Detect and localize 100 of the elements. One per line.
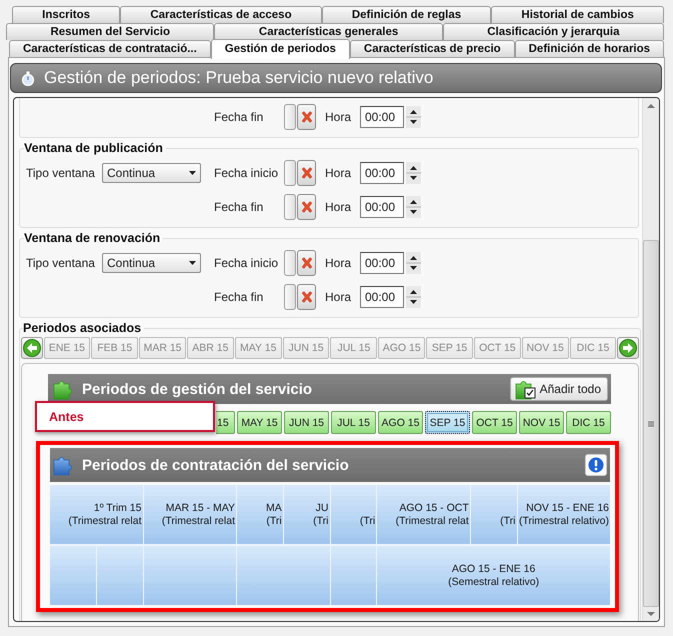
field-label: Fecha inicio [214, 256, 280, 270]
field-label: Hora [325, 290, 352, 304]
caret-icon [189, 171, 196, 175]
tab[interactable]: Características generales [214, 23, 443, 40]
date-field[interactable] [284, 250, 296, 276]
time-field[interactable]: 00:00 [360, 162, 404, 184]
window-type-dropdown[interactable]: Continua [102, 163, 201, 183]
field-label: Hora [325, 110, 352, 124]
period-cell[interactable] [96, 546, 142, 605]
spinner-icon [406, 252, 421, 274]
month-button[interactable]: OCT 15 [472, 411, 517, 434]
tab[interactable]: Definición de reglas [322, 6, 492, 23]
time-field[interactable]: 00:00 [360, 286, 404, 308]
info-icon [588, 457, 604, 473]
caret-icon [189, 261, 196, 265]
time-field[interactable]: 00:00 [360, 106, 404, 128]
add-all-button[interactable]: Añadir todo [510, 377, 608, 401]
close-icon [300, 200, 312, 214]
month-button[interactable]: 15 [216, 411, 235, 434]
grip-icon [646, 420, 656, 426]
period-range: AGO 15 - OCT [399, 502, 469, 514]
tab[interactable]: Características de precio [350, 40, 515, 57]
spinner-icon [406, 196, 421, 218]
period-cell[interactable]: MAR 15 - MAY (Trimestral relat [144, 485, 236, 544]
period-cell[interactable]: JU (Tri [284, 485, 330, 544]
period-cell[interactable] [237, 546, 330, 605]
field-label: Hora [325, 200, 352, 214]
scrollbar[interactable] [642, 98, 659, 621]
period-type: (Trimestral relat [162, 514, 235, 528]
tab[interactable]: Resumen del Servicio [6, 23, 214, 40]
clear-button[interactable] [297, 194, 316, 220]
date-field[interactable] [284, 284, 296, 310]
period-range: MA [266, 502, 282, 514]
close-icon [300, 166, 312, 180]
field-label: Tipo ventana [26, 166, 96, 180]
period-type: (Tri [266, 514, 282, 528]
field-label: Fecha fin [214, 290, 264, 304]
period-range: 1º Trim 15 [94, 502, 142, 514]
clear-button[interactable] [297, 284, 316, 310]
tab[interactable]: Inscritos [12, 6, 120, 23]
month-button[interactable]: JUL 15 [331, 411, 376, 434]
period-type: (Tri [360, 514, 376, 528]
info-button[interactable] [585, 454, 607, 476]
next-button[interactable] [616, 337, 639, 359]
date-field[interactable] [284, 104, 296, 130]
close-icon [300, 290, 312, 304]
spinner-icon [406, 286, 421, 308]
section-title: Periodos de gestión del servicio [82, 380, 314, 398]
month-button[interactable]: DIC 15 [566, 411, 611, 434]
period-range: AGO 15 - ENE 16 [452, 562, 536, 576]
period-cell[interactable]: MA (Tri [237, 485, 283, 544]
month-button[interactable]: MAY 15 [237, 411, 282, 434]
date-field[interactable] [284, 194, 296, 220]
field-label: Tipo ventana [26, 256, 96, 270]
period-cell[interactable] [330, 546, 376, 605]
period-range: JU [316, 502, 328, 514]
period-range: NOV 15 - ENE 16 [526, 502, 609, 514]
period-cell[interactable]: 1º Trim 15 (Trimestral relat [50, 485, 142, 544]
section-title: Periodos de contratación del servicio [82, 456, 350, 474]
period-cell[interactable]: (Tri [470, 485, 516, 544]
group-title: Periodos asociados [23, 321, 142, 335]
period-type: (Tri [313, 514, 328, 528]
stopwatch-icon [21, 70, 35, 86]
close-icon [300, 256, 312, 270]
close-icon [300, 110, 312, 124]
tab[interactable]: Características de contratació... [9, 40, 211, 57]
period-cell[interactable]: AGO 15 - ENE 16 (Semestral relativo) [377, 546, 610, 605]
period-cell[interactable]: AGO 15 - OCT (Trimestral relat [377, 485, 470, 544]
tab[interactable]: Características de acceso [120, 6, 322, 23]
window-type-dropdown[interactable]: Continua [102, 253, 201, 273]
field-label: Fecha inicio [214, 166, 280, 180]
clear-button[interactable] [297, 160, 316, 186]
time-field[interactable]: 00:00 [360, 252, 404, 274]
tab[interactable]: Definición de horarios [514, 40, 664, 57]
previous-button[interactable] [21, 337, 43, 359]
time-field[interactable]: 00:00 [360, 196, 404, 218]
field-label: Hora [325, 256, 352, 270]
month-button[interactable]: JUN 15 [284, 411, 329, 434]
tab[interactable]: Historial de cambios [491, 6, 664, 23]
month-button[interactable]: AGO 15 [378, 411, 423, 434]
period-cell[interactable] [144, 546, 236, 605]
spinner-icon [406, 162, 421, 184]
field-label: Hora [325, 166, 352, 180]
period-cell[interactable] [50, 546, 96, 605]
tab[interactable]: Clasificación y jerarquia [442, 23, 664, 40]
clear-button[interactable] [297, 250, 316, 276]
field-label: Fecha fin [214, 110, 264, 124]
spinner-icon [406, 106, 421, 128]
month-button[interactable]: SEP 15 [425, 411, 470, 434]
period-type: (Trimestral relativo) [518, 514, 609, 528]
date-field[interactable] [284, 160, 296, 186]
period-cell[interactable]: NOV 15 - ENE 16 (Trimestral relativo) [518, 485, 610, 544]
clear-button[interactable] [297, 104, 316, 130]
period-type: (Tri [500, 514, 516, 528]
tab[interactable]: Gestión de periodos [210, 39, 350, 59]
period-range: MAR 15 - MAY [166, 502, 235, 514]
period-cell[interactable]: (Tri [330, 485, 376, 544]
page-title: Gestión de periodos: Prueba servicio nuevo relativo [10, 63, 662, 93]
period-type: (Trimestral relat [396, 514, 469, 528]
month-button[interactable]: NOV 15 [519, 411, 564, 434]
